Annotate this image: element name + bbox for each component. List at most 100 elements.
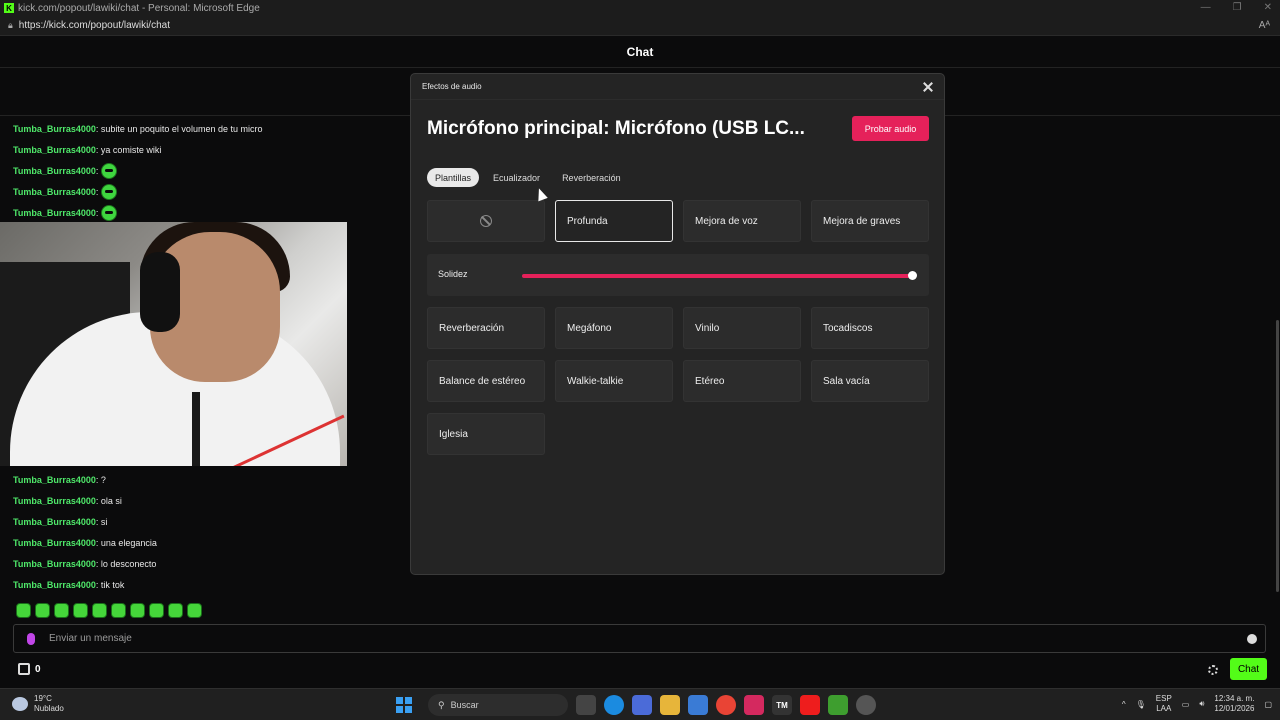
- minecraft-icon[interactable]: [828, 695, 848, 715]
- emote-icon[interactable]: [168, 603, 183, 618]
- preset-megafono[interactable]: Megáfono: [555, 307, 673, 349]
- weather-widget[interactable]: 19°C Nublado: [12, 694, 64, 714]
- lock-icon[interactable]: 🔒︎: [8, 20, 13, 31]
- chat-message: Tumba_Burras4000: ?: [13, 472, 106, 488]
- emote-icon[interactable]: [187, 603, 202, 618]
- store-icon[interactable]: [688, 695, 708, 715]
- chat-text: : si: [95, 517, 108, 527]
- chat-username[interactable]: Tumba_Burras4000: [13, 124, 96, 134]
- chat-text: : ?: [95, 475, 106, 485]
- minimize-icon[interactable]: —: [1201, 2, 1211, 13]
- preset-walkie-talkie[interactable]: Walkie-talkie: [555, 360, 673, 402]
- cloud-icon: [12, 697, 28, 711]
- chat-message: Tumba_Burras4000: ya comiste wiki: [13, 142, 161, 158]
- solidez-slider-thumb[interactable]: [907, 271, 917, 280]
- file-explorer-icon[interactable]: [660, 695, 680, 715]
- scrollbar[interactable]: [1276, 320, 1279, 592]
- solidez-slider-track[interactable]: [522, 274, 912, 278]
- chat-username[interactable]: Tumba_Burras4000: [13, 496, 96, 506]
- preset-mejora-de-voz[interactable]: Mejora de voz: [683, 200, 801, 242]
- chat-message: Tumba_Burras4000: subite un poquito el v…: [13, 121, 262, 137]
- emote-icon[interactable]: [54, 603, 69, 618]
- notification-icon[interactable]: ▢: [1264, 700, 1272, 709]
- send-chat-button[interactable]: Chat: [1230, 658, 1267, 680]
- chat-username[interactable]: Tumba_Burras4000: [13, 475, 96, 485]
- message-input[interactable]: [49, 633, 1199, 644]
- chat-username[interactable]: Tumba_Burras4000: [13, 517, 96, 527]
- chat-username[interactable]: Tumba_Burras4000: [13, 187, 96, 197]
- emote-icon[interactable]: [73, 603, 88, 618]
- chat-username[interactable]: Tumba_Burras4000: [13, 208, 96, 218]
- youtube-icon[interactable]: [800, 695, 820, 715]
- chat-text: :: [95, 166, 99, 176]
- search-icon: ⚲: [438, 699, 445, 710]
- chat-username[interactable]: Tumba_Burras4000: [13, 145, 96, 155]
- close-window-icon[interactable]: ✕: [1264, 2, 1272, 13]
- url-text[interactable]: https://kick.com/popout/lawiki/chat: [19, 20, 170, 31]
- tab-ecualizador[interactable]: Ecualizador: [485, 168, 548, 187]
- volume-icon[interactable]: 🔊︎: [1199, 699, 1204, 709]
- message-input-box[interactable]: [13, 624, 1266, 653]
- preset-none[interactable]: [427, 200, 545, 242]
- taskbar-search[interactable]: ⚲ Buscar: [428, 694, 568, 716]
- tab-plantillas[interactable]: Plantillas: [427, 168, 480, 187]
- preset-reverberacion[interactable]: Reverberación: [427, 307, 545, 349]
- webcam-video[interactable]: [0, 222, 347, 466]
- emote-icon[interactable]: [101, 163, 118, 179]
- chat-username[interactable]: Tumba_Burras4000: [13, 559, 96, 569]
- m365-icon[interactable]: [632, 695, 652, 715]
- preset-vinilo[interactable]: Vinilo: [683, 307, 801, 349]
- preset-profunda[interactable]: Profunda: [555, 200, 673, 242]
- emote-icon[interactable]: [101, 205, 118, 221]
- test-audio-button[interactable]: Probar audio: [852, 116, 929, 141]
- preset-mejora-de-graves[interactable]: Mejora de graves: [811, 200, 929, 242]
- settings-gear-icon[interactable]: [1208, 665, 1218, 675]
- windows-start-icon[interactable]: [396, 697, 412, 713]
- chat-message: Tumba_Burras4000: si: [13, 514, 107, 530]
- preset-iglesia[interactable]: Iglesia: [427, 413, 545, 455]
- restore-icon[interactable]: ❐: [1233, 2, 1242, 13]
- chrome-icon[interactable]: [716, 695, 736, 715]
- app-icon[interactable]: [856, 695, 876, 715]
- chat-message: Tumba_Burras4000:: [13, 184, 118, 200]
- microphone-title: Micrófono principal: Micrófono (USB LC..…: [427, 118, 805, 139]
- tiktok-icon[interactable]: [744, 695, 764, 715]
- mic-tray-icon[interactable]: 🎙︎: [1136, 700, 1146, 709]
- clock[interactable]: 12:34 a. m. 12/01/2026: [1214, 694, 1254, 714]
- language-indicator[interactable]: ESP LAA: [1156, 694, 1172, 714]
- close-icon[interactable]: [922, 81, 934, 93]
- gift-icon[interactable]: [18, 663, 30, 675]
- modal-heading: Efectos de audio: [411, 74, 944, 100]
- chat-text: : ya comiste wiki: [95, 145, 162, 155]
- search-label: Buscar: [450, 700, 479, 710]
- chat-username[interactable]: Tumba_Burras4000: [13, 538, 96, 548]
- reader-mode-icon[interactable]: Aᴬ: [1259, 20, 1270, 31]
- chat-message: Tumba_Burras4000: tik tok: [13, 577, 124, 593]
- emote-icon[interactable]: [149, 603, 164, 618]
- address-bar[interactable]: 🔒︎ https://kick.com/popout/lawiki/chat A…: [0, 16, 1280, 36]
- chat-message: Tumba_Burras4000:: [13, 163, 118, 179]
- task-view-icon[interactable]: [576, 695, 596, 715]
- tm-app-icon[interactable]: TM: [772, 695, 792, 715]
- chat-message: Tumba_Burras4000: ola si: [13, 493, 122, 509]
- preset-sala-vacia[interactable]: Sala vacía: [811, 360, 929, 402]
- chat-username[interactable]: Tumba_Burras4000: [13, 166, 96, 176]
- emote-icon[interactable]: [101, 184, 118, 200]
- emoji-picker-icon[interactable]: [1247, 633, 1257, 644]
- window-controls: — ❐ ✕: [1201, 2, 1272, 13]
- emote-icon[interactable]: [92, 603, 107, 618]
- edge-icon[interactable]: [604, 695, 624, 715]
- microphone-icon[interactable]: [27, 632, 35, 645]
- tab-reverberacion[interactable]: Reverberación: [554, 168, 629, 187]
- slider-label: Solidez: [438, 269, 468, 279]
- network-icon[interactable]: ▭: [1182, 700, 1190, 709]
- chevron-up-icon[interactable]: ^: [1122, 700, 1126, 709]
- emote-icon[interactable]: [35, 603, 50, 618]
- chat-username[interactable]: Tumba_Burras4000: [13, 580, 96, 590]
- preset-balance-estereo[interactable]: Balance de estéreo: [427, 360, 545, 402]
- emote-icon[interactable]: [130, 603, 145, 618]
- emote-icon[interactable]: [111, 603, 126, 618]
- preset-etereo[interactable]: Etéreo: [683, 360, 801, 402]
- preset-tocadiscos[interactable]: Tocadiscos: [811, 307, 929, 349]
- emote-icon[interactable]: [16, 603, 31, 618]
